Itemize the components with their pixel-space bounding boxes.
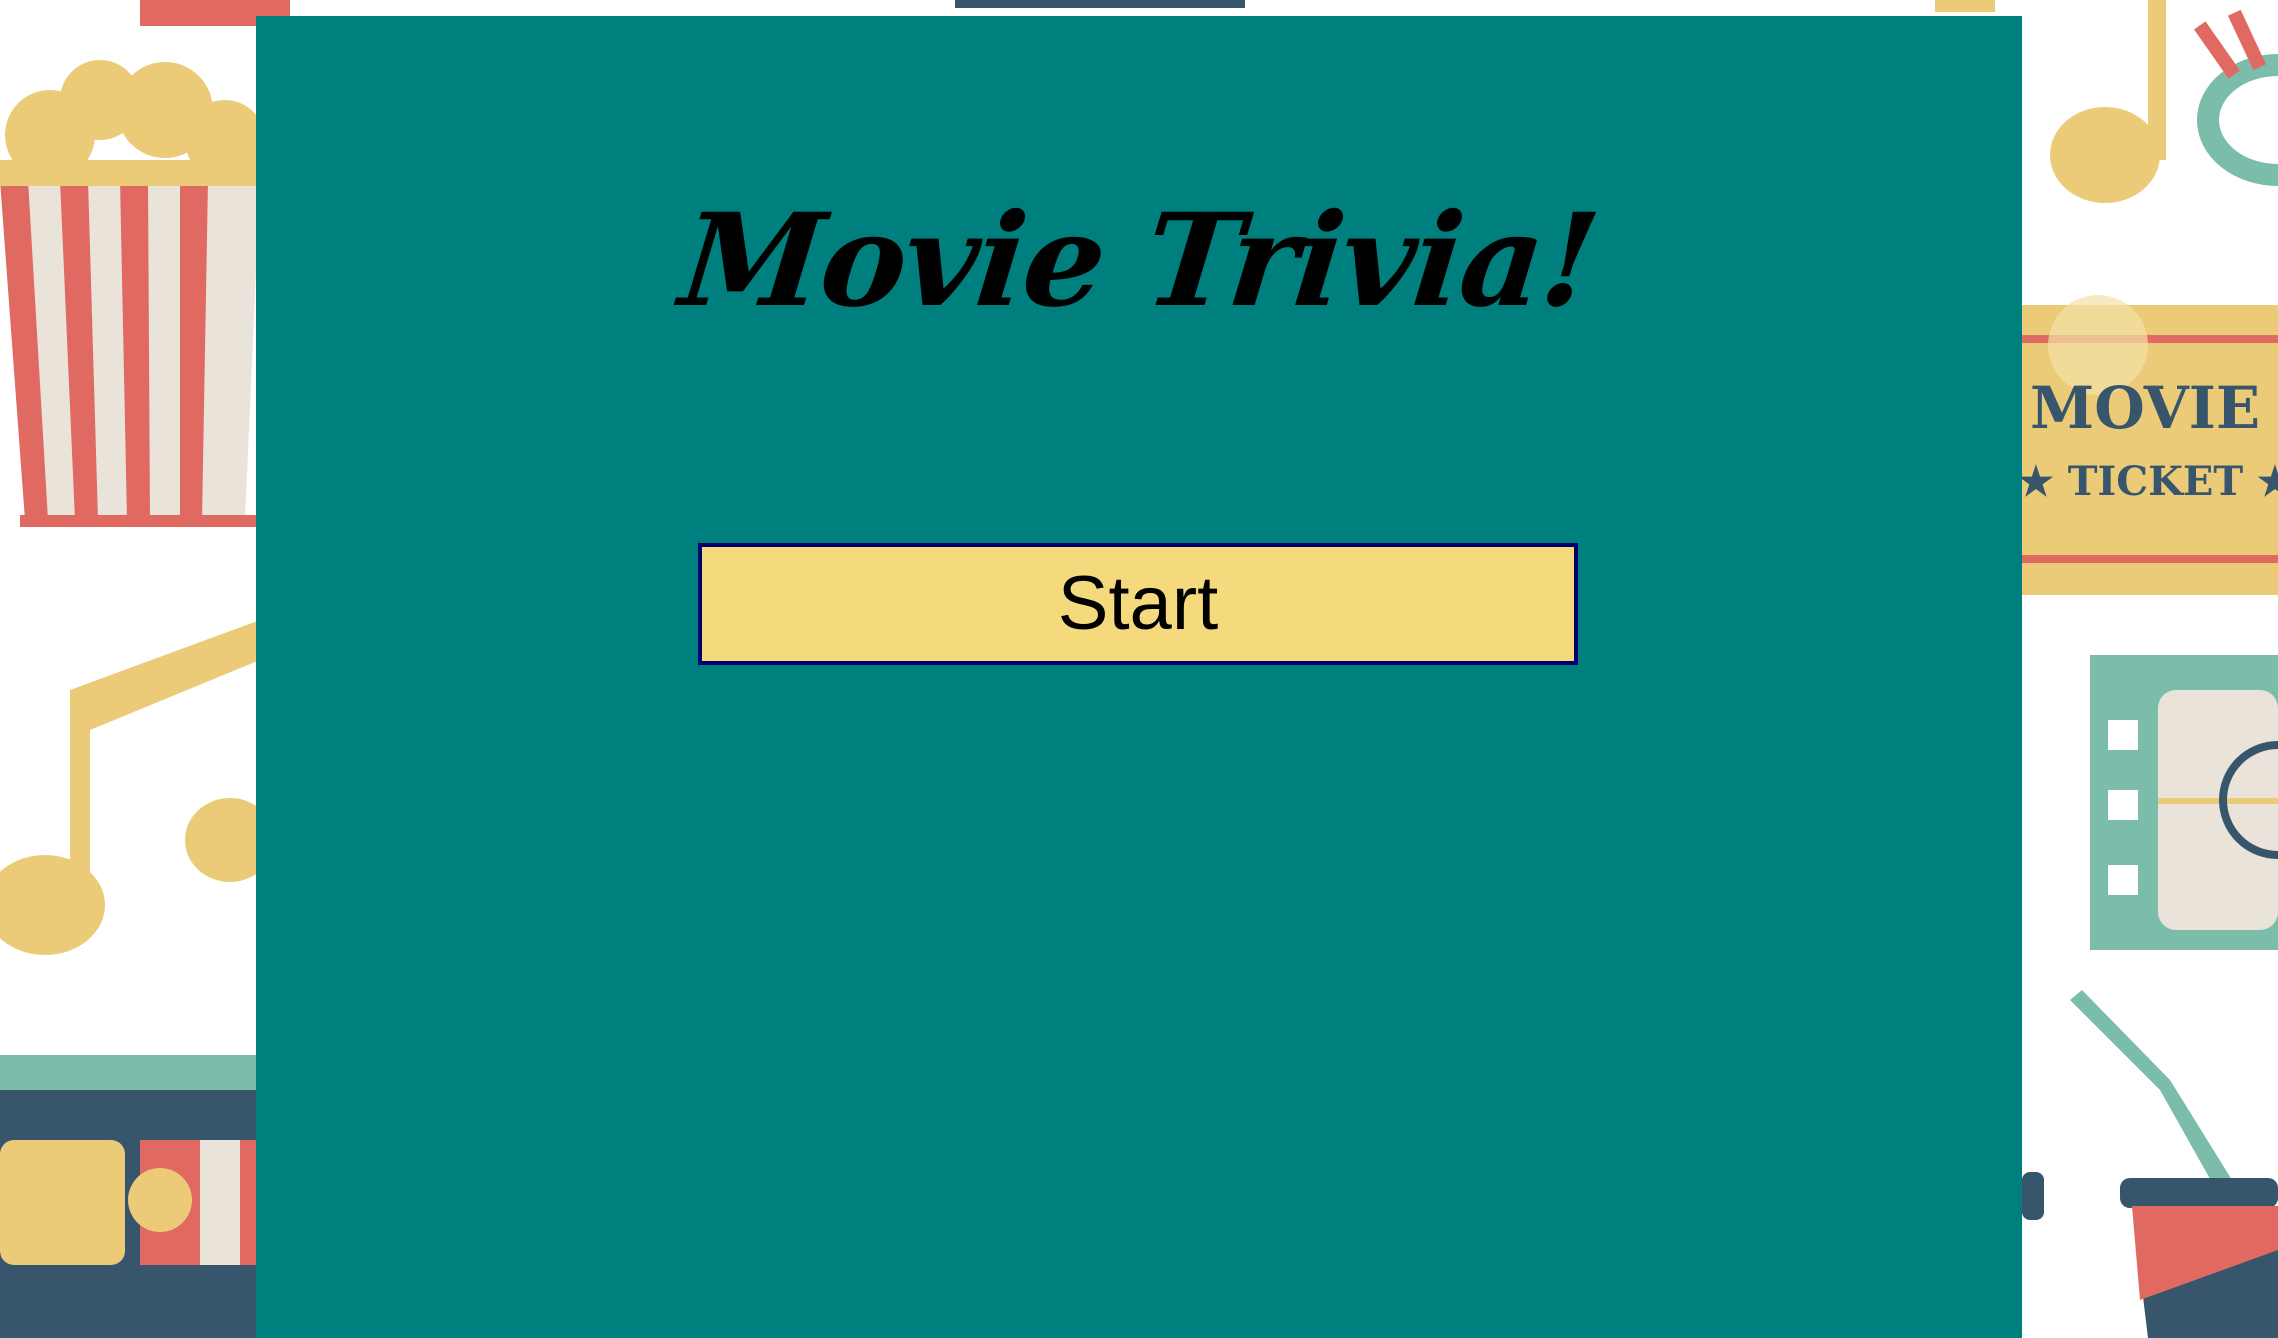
music-note-icon-right bbox=[2050, 0, 2166, 203]
ticket-icon: MOVIE ★ TICKET ★ bbox=[2018, 295, 2278, 595]
page-title: Movie Trivia! bbox=[674, 186, 1604, 336]
ticket-word-ticket: ★ TICKET ★ bbox=[2018, 458, 2278, 505]
popcorn-icon bbox=[0, 60, 265, 527]
eye-icon bbox=[2194, 9, 2278, 186]
top-yellow-fragment bbox=[1935, 0, 1995, 12]
soda-cup-icon bbox=[2022, 990, 2278, 1338]
music-note-icon bbox=[0, 620, 275, 955]
trivia-panel: Movie Trivia! Start bbox=[256, 16, 2022, 1338]
cassette-icon bbox=[0, 1055, 260, 1338]
top-slate-fragment bbox=[955, 0, 1245, 8]
start-button[interactable]: Start bbox=[698, 543, 1578, 665]
ticket-word-movie: MOVIE bbox=[2030, 374, 2260, 442]
film-reel-icon bbox=[2090, 655, 2278, 950]
